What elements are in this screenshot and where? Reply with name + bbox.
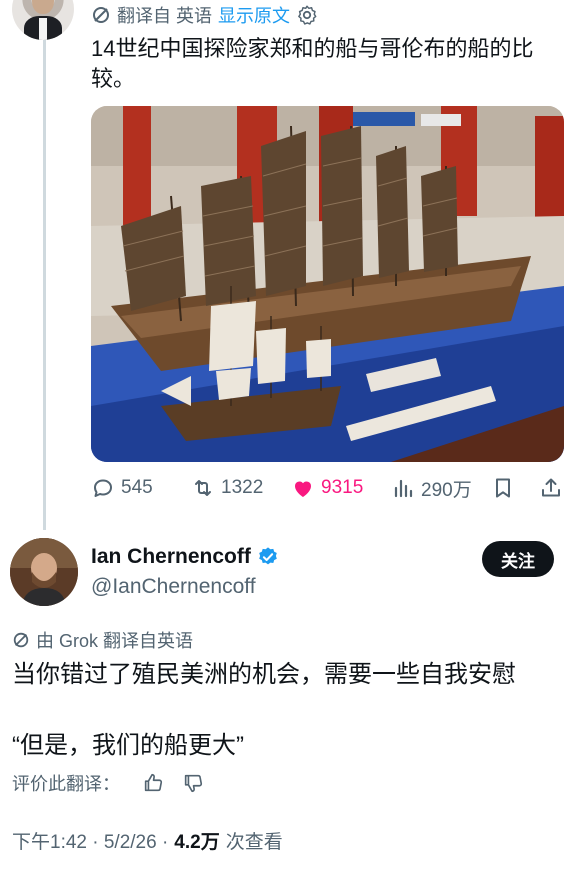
user-handle[interactable]: @IanChernencoff <box>91 575 256 599</box>
views-total: 4.2万 <box>174 832 220 853</box>
bookmark-icon <box>496 478 510 498</box>
heart-icon <box>295 481 311 497</box>
repost-icon <box>195 480 211 496</box>
parent-tweet-text: 14世纪中国探险家郑和的船与哥伦布的船的比较。 <box>91 36 534 91</box>
thread-connector-line <box>43 40 46 530</box>
parent-action-bar: 545 1322 9315 290万 <box>91 474 566 502</box>
gear-icon[interactable] <box>296 4 318 26</box>
reply-tweet-text-line1: 当你错过了殖民美洲的机会，需要一些自我安慰 <box>12 661 516 688</box>
show-original-link[interactable]: 显示原文 <box>218 2 290 28</box>
like-count: 9315 <box>321 477 364 498</box>
views-chart-icon <box>394 479 413 498</box>
no-translate-icon <box>93 7 109 23</box>
repost-button[interactable]: 1322 <box>191 474 263 502</box>
tweet-photo-ship-models[interactable] <box>91 106 564 462</box>
views-count: 290万 <box>421 479 472 501</box>
views-button[interactable]: 290万 <box>391 474 472 502</box>
reply-count: 545 <box>121 477 153 498</box>
grok-translation-label: 由 Grok 翻译自英语 <box>36 631 194 651</box>
repost-count: 1322 <box>221 477 264 498</box>
timestamp[interactable]: 下午1:42 · 5/2/26 · <box>12 827 168 854</box>
verified-badge-icon <box>259 547 277 565</box>
parent-author-avatar[interactable] <box>12 0 74 40</box>
share-button[interactable] <box>539 474 563 502</box>
reply-tweet-text-line2: “但是，我们的船更大” <box>12 732 244 759</box>
rate-translation-row: 评价此翻译： <box>12 770 203 796</box>
thumbs-up-icon[interactable] <box>142 772 164 794</box>
parent-translation-bar: 翻译自 英语 显示原文 <box>91 4 318 26</box>
display-name[interactable]: Ian Chernencoff <box>91 545 251 569</box>
no-translate-icon <box>13 632 29 648</box>
like-button[interactable]: 9315 <box>291 474 363 502</box>
share-icon <box>542 478 560 497</box>
views-label: 次查看 <box>225 832 283 853</box>
reply-author-name-row: Ian Chernencoff <box>91 545 279 569</box>
follow-button[interactable]: 关注 <box>482 541 554 577</box>
grok-translation-bar: 由 Grok 翻译自英语 <box>12 627 193 653</box>
thumbs-down-icon[interactable] <box>182 772 204 794</box>
translation-label: 翻译自 英语 <box>117 6 213 26</box>
bookmark-button[interactable] <box>491 474 515 502</box>
reply-icon <box>94 479 112 497</box>
tweet-meta-row: 下午1:42 · 5/2/26 · 4.2万 次查看 <box>12 827 283 854</box>
rate-translation-label: 评价此翻译： <box>12 774 120 794</box>
reply-button[interactable]: 545 <box>91 474 153 502</box>
reply-author-avatar[interactable] <box>10 538 78 606</box>
